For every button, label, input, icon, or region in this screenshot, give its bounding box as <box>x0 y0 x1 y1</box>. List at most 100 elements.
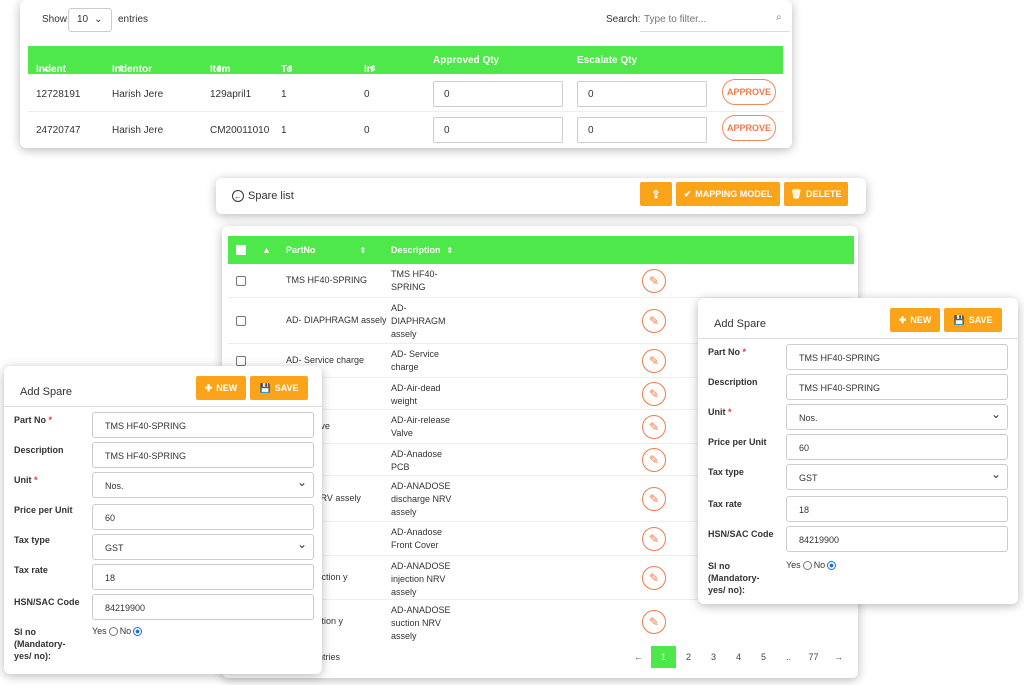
description-label: Description <box>708 377 758 387</box>
save-icon: 💾 <box>953 314 965 325</box>
table-row: 24720747 Harish Jere CM20011010 1 0 0 0 … <box>28 112 783 148</box>
yes-label: Yes <box>786 560 801 570</box>
tax-type-select[interactable]: GST <box>92 534 314 560</box>
page-5[interactable]: 5 <box>751 646 776 668</box>
no-radio[interactable] <box>827 560 837 570</box>
pagination: ← 1 2 3 4 5 .. 77 → <box>626 646 851 668</box>
edit-icon[interactable]: ✎ <box>642 349 666 373</box>
add-spare-panel-left: Add Spare ✚ NEW 💾 SAVE Part No * TMS HF40-… <box>4 366 322 674</box>
page-77[interactable]: 77 <box>801 646 826 668</box>
edit-icon[interactable]: ✎ <box>642 309 666 333</box>
part-no-field[interactable]: TMS HF40-SPRING <box>786 344 1008 370</box>
row-checkbox[interactable] <box>236 356 246 366</box>
save-button[interactable]: 💾 SAVE <box>250 376 308 400</box>
no-radio[interactable] <box>133 626 143 636</box>
search-input[interactable] <box>640 8 790 32</box>
new-button[interactable]: ✚ NEW <box>196 376 246 400</box>
tax-type-select[interactable]: GST <box>786 464 1008 490</box>
col-escalate-qty: Escalate Qty <box>577 55 638 66</box>
escalate-qty-input[interactable]: 0 <box>577 81 707 107</box>
spare-list-bar: ← Spare list ⇪ ✔ MAPPING MODEL 🗑 DELETE <box>216 178 866 214</box>
select-all-checkbox[interactable] <box>236 245 246 255</box>
page-next[interactable]: → <box>826 646 851 668</box>
part-no-field[interactable]: TMS HF40-SPRING <box>92 412 314 438</box>
new-button[interactable]: ✚ NEW <box>890 308 940 332</box>
indentor-name: Harish Jere <box>112 89 164 100</box>
description-cell: AD-Air-dead weight <box>391 383 441 406</box>
yes-radio[interactable] <box>802 560 812 570</box>
in-stock: 0 <box>364 89 370 100</box>
indent-table-header: Indent No ▲ Indentor Name ⇕ Item No ⇕ To Ap… <box>28 46 783 86</box>
page-2[interactable]: 2 <box>676 646 701 668</box>
approved-qty-input[interactable]: 0 <box>433 81 563 107</box>
page-prev[interactable]: ← <box>626 646 651 668</box>
description-field[interactable]: TMS HF40-SPRING <box>92 442 314 468</box>
upload-button[interactable]: ⇪ <box>640 182 672 206</box>
yes-radio[interactable] <box>108 626 118 636</box>
edit-icon[interactable]: ✎ <box>642 566 666 590</box>
part-no-label: Part No * <box>14 415 53 425</box>
edit-icon[interactable]: ✎ <box>642 448 666 472</box>
show-label: Show <box>42 14 68 25</box>
panel-title: Add Spare <box>714 318 766 330</box>
yes-label: Yes <box>92 626 107 636</box>
item-no: 129april1 <box>210 89 252 100</box>
col-partno[interactable]: PartNo ⇕ <box>286 245 366 255</box>
indent-no: 12728191 <box>36 89 81 100</box>
save-icon: 💾 <box>259 382 271 393</box>
approve-button[interactable]: APPROVE <box>722 79 776 105</box>
part-no-cell: TMS HF40-SPRING <box>286 275 368 285</box>
sort-icon: ⇕ <box>359 246 367 255</box>
row-checkbox[interactable] <box>236 276 246 286</box>
edit-icon[interactable]: ✎ <box>642 269 666 293</box>
page-size-select[interactable]: 10 ⌄ <box>68 8 112 32</box>
description-cell: AD-Anadose PCB <box>391 449 443 472</box>
hsn-field[interactable]: 84219900 <box>92 594 314 620</box>
indent-toolbar: Show 10 ⌄ entries Search: ⌕ <box>42 8 792 34</box>
mapping-model-button[interactable]: ✔ MAPPING MODEL <box>676 182 780 206</box>
tax-rate-label: Tax rate <box>708 499 742 509</box>
edit-icon[interactable]: ✎ <box>642 610 666 634</box>
check-icon: ✔ <box>683 188 692 199</box>
description-field[interactable]: TMS HF40-SPRING <box>786 374 1008 400</box>
page-1[interactable]: 1 <box>651 646 676 668</box>
spare-table-header: ▲ PartNo ⇕ Description ⇕ <box>228 236 854 264</box>
edit-icon[interactable]: ✎ <box>642 487 666 511</box>
escalate-qty-input[interactable]: 0 <box>577 117 707 143</box>
to-approve: 1 <box>281 89 287 100</box>
edit-icon[interactable]: ✎ <box>642 382 666 406</box>
table-row: 12728191 Harish Jere 129april1 1 0 0 0 A… <box>28 76 783 112</box>
page-3[interactable]: 3 <box>701 646 726 668</box>
edit-icon[interactable]: ✎ <box>642 415 666 439</box>
search-icon: ⌕ <box>776 12 782 23</box>
unit-select[interactable]: Nos. <box>786 404 1008 430</box>
description-cell: AD- Service charge <box>391 349 440 372</box>
tax-rate-field[interactable]: 18 <box>786 496 1008 522</box>
item-no: CM20011010 <box>210 125 270 136</box>
edit-icon[interactable]: ✎ <box>642 527 666 551</box>
unit-select[interactable]: Nos. <box>92 472 314 498</box>
price-field[interactable]: 60 <box>92 504 314 530</box>
description-cell: AD-ANADOSE discharge NRV assely <box>391 481 452 517</box>
price-field[interactable]: 60 <box>786 434 1008 460</box>
approve-button[interactable]: APPROVE <box>722 115 776 141</box>
approved-qty-input[interactable]: 0 <box>433 117 563 143</box>
sort-asc-icon: ▲ <box>42 64 50 73</box>
back-arrow-icon[interactable]: ← <box>232 190 244 202</box>
description-cell: AD-Air-release Valve <box>391 415 451 438</box>
row-checkbox[interactable] <box>236 316 246 326</box>
page-size-value: 10 <box>77 14 89 25</box>
sort-icon: ⇕ <box>216 64 223 73</box>
plus-icon: ✚ <box>898 314 907 325</box>
sort-icon: ⇕ <box>287 64 294 73</box>
table-row: TMS HF40-SPRING TMS HF40-SPRING ✎ <box>228 264 854 298</box>
sort-asc-icon[interactable]: ▲ <box>262 245 271 255</box>
hsn-field[interactable]: 84219900 <box>786 526 1008 552</box>
col-description[interactable]: Description ⇕ <box>391 245 453 255</box>
save-button[interactable]: 💾 SAVE <box>944 308 1002 332</box>
page-4[interactable]: 4 <box>726 646 751 668</box>
delete-button[interactable]: 🗑 DELETE <box>784 182 848 206</box>
price-label: Price per Unit <box>708 437 767 447</box>
tax-rate-field[interactable]: 18 <box>92 564 314 590</box>
description-cell: AD-ANADOSE suction NRV assely <box>391 605 451 641</box>
